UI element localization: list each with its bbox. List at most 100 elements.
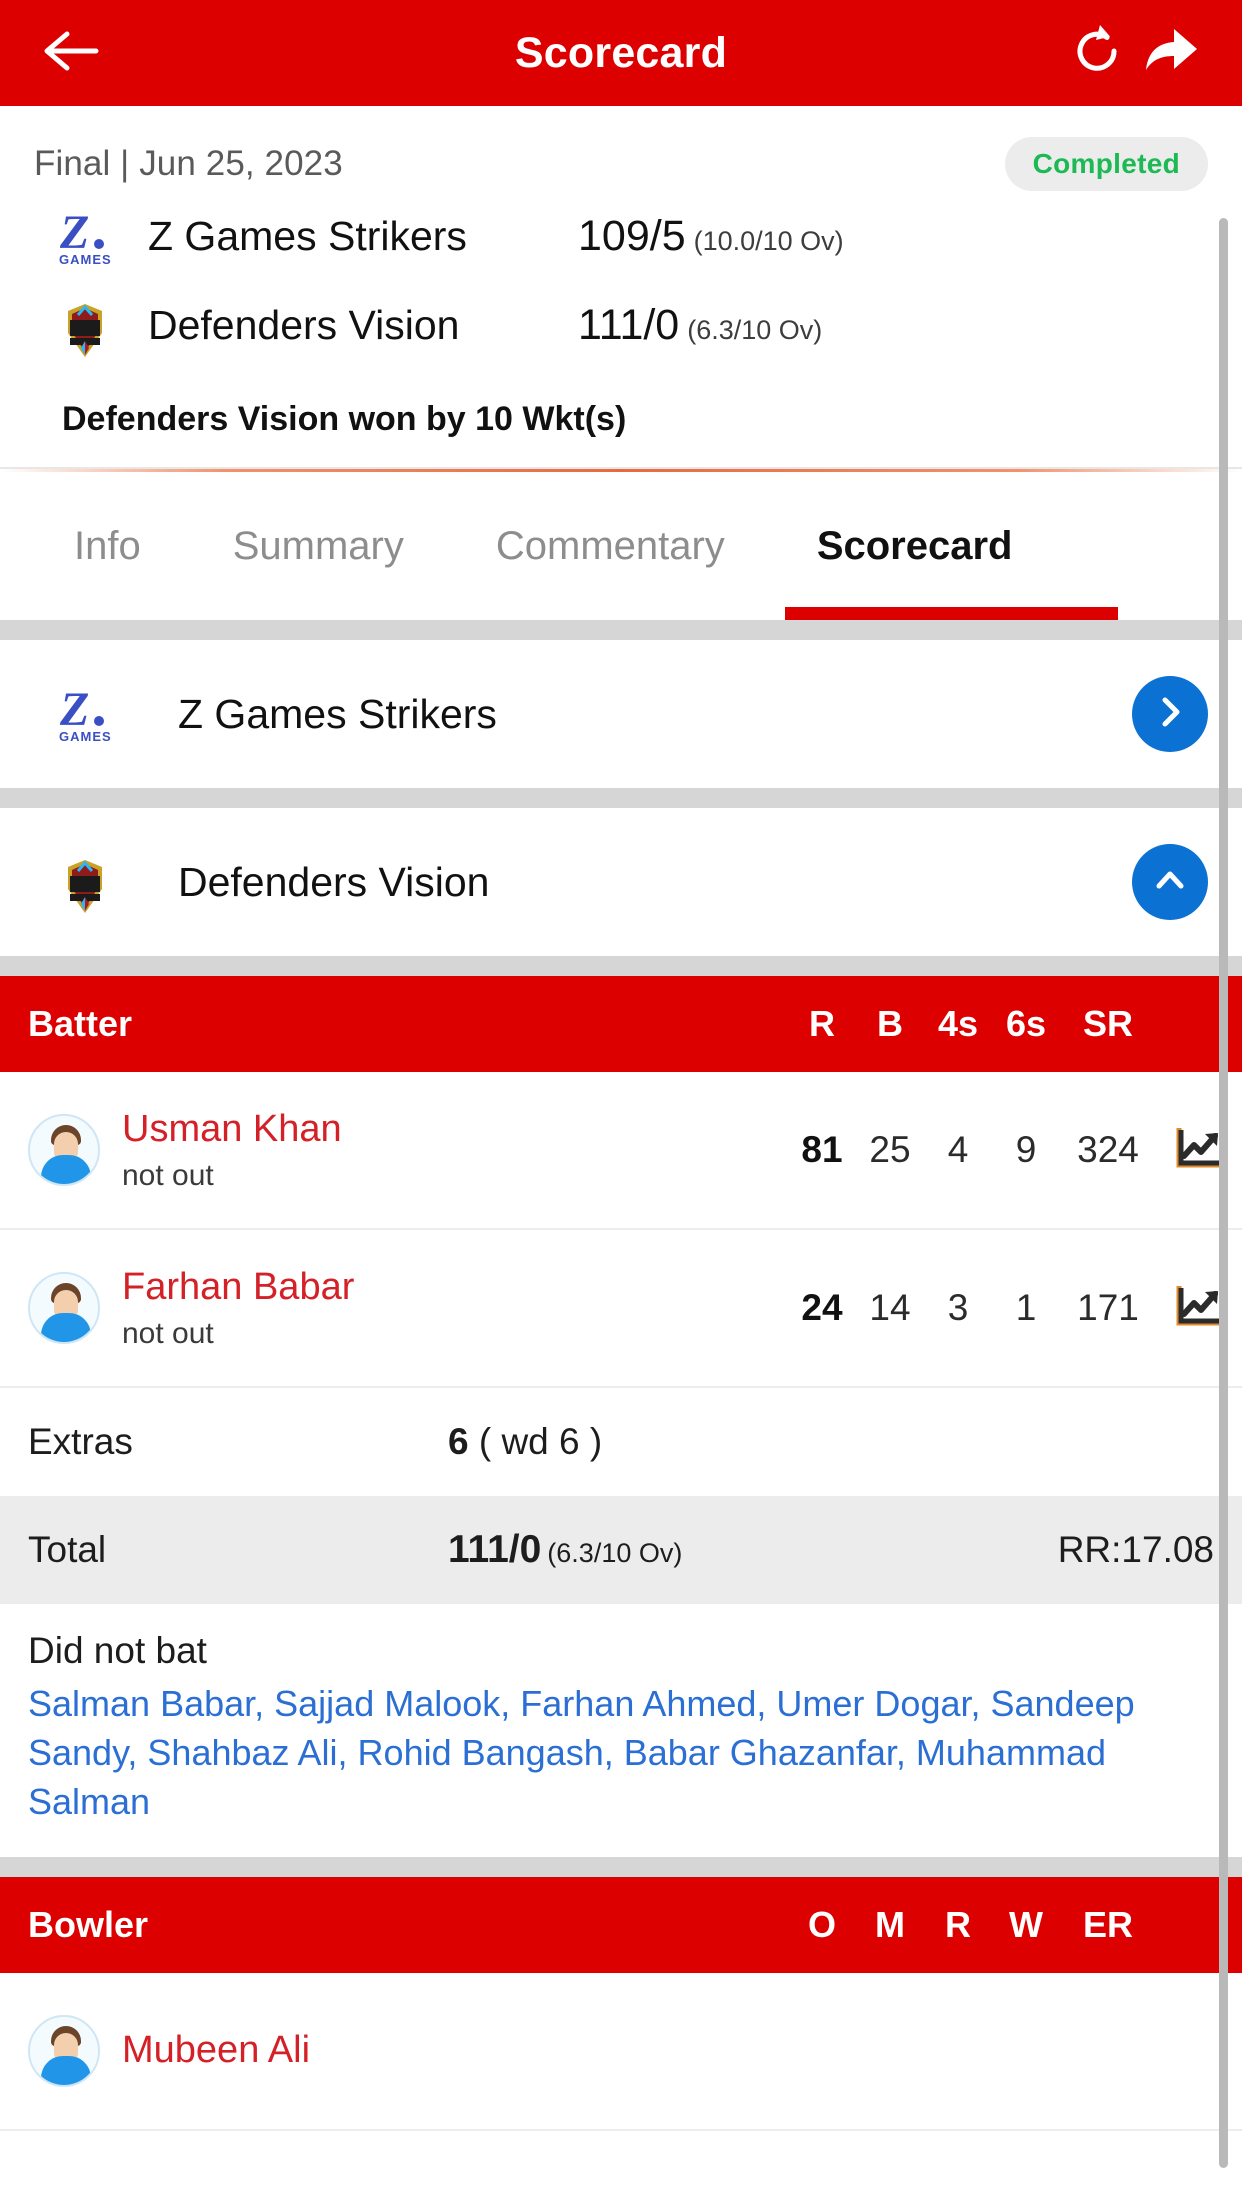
summary-team-overs: (6.3/10 Ov) xyxy=(687,315,823,345)
match-summary-card: Final | Jun 25, 2023 Completed Z GAMES Z… xyxy=(0,106,1242,467)
match-stage-date: Final | Jun 25, 2023 xyxy=(34,144,343,183)
batter-fours: 3 xyxy=(947,1287,969,1328)
tab-scorecard[interactable]: Scorecard xyxy=(771,472,1119,620)
batter-text: Usman Khan not out xyxy=(122,1107,342,1193)
total-label: Total xyxy=(28,1529,107,1570)
defenders-vision-logo xyxy=(52,849,118,915)
did-not-bat-label: Did not bat xyxy=(28,1630,207,1671)
batter-cell[interactable]: Usman Khan not out xyxy=(28,1107,788,1193)
summary-team-name: Z Games Strikers xyxy=(148,213,467,259)
innings-collapse-button[interactable] xyxy=(1132,844,1208,920)
avatar xyxy=(28,2014,100,2087)
section-divider xyxy=(0,620,1242,640)
innings-expand-button[interactable] xyxy=(1132,676,1208,752)
section-divider xyxy=(0,956,1242,976)
extras-detail: ( wd 6 ) xyxy=(478,1421,603,1462)
avatar xyxy=(28,1271,100,1344)
page-title: Scorecard xyxy=(514,28,728,77)
did-not-bat-names[interactable]: Salman Babar, Sajjad Malook, Farhan Ahme… xyxy=(28,1680,1214,1827)
batter-fours: 4 xyxy=(947,1129,969,1170)
avatar-shirt xyxy=(41,1154,91,1184)
extras-label: Extras xyxy=(28,1421,133,1462)
batter-text: Farhan Babar not out xyxy=(122,1265,354,1351)
match-result-text: Defenders Vision won by 10 Wkt(s) xyxy=(62,400,627,438)
bowler-cell[interactable]: Mubeen Ali xyxy=(28,2014,1242,2087)
col-header-wickets: W xyxy=(1009,1903,1043,1945)
section-divider xyxy=(0,1856,1242,1877)
tab-bar: Info Summary Commentary Scorecard xyxy=(0,472,1242,620)
summary-team-score: 111/0 xyxy=(578,301,680,349)
run-rate: RR:17.08 xyxy=(1057,1529,1214,1570)
batter-name[interactable]: Farhan Babar xyxy=(122,1265,354,1310)
batter-strike-rate: 171 xyxy=(1077,1287,1139,1328)
share-button[interactable] xyxy=(1134,16,1208,90)
batting-table-header: Batter R B 4s 6s SR xyxy=(0,976,1242,1072)
tab-commentary[interactable]: Commentary xyxy=(450,472,771,620)
extras-row: Extras 6 ( wd 6 ) xyxy=(0,1388,1242,1496)
section-divider xyxy=(0,788,1242,808)
summary-team-name: Defenders Vision xyxy=(148,302,460,348)
match-meta-row: Final | Jun 25, 2023 Completed xyxy=(34,136,1208,192)
total-value-wrap: 111/0 (6.3/10 Ov) xyxy=(448,1528,682,1572)
tab-summary[interactable]: Summary xyxy=(187,472,450,620)
col-header-maidens: M xyxy=(875,1903,905,1945)
col-header-runs: R xyxy=(809,1003,835,1044)
table-row[interactable]: Mubeen Ali xyxy=(0,1972,1242,2131)
svg-text:GAMES: GAMES xyxy=(59,729,112,744)
total-row: Total 111/0 (6.3/10 Ov) RR:17.08 xyxy=(0,1496,1242,1604)
summary-team-score: 109/5 xyxy=(578,212,686,260)
scroll-body[interactable]: Final | Jun 25, 2023 Completed Z GAMES Z… xyxy=(0,106,1242,2208)
summary-team-score-wrap: 109/5 (10.0/10 Ov) xyxy=(578,212,844,261)
refresh-button[interactable] xyxy=(1060,16,1134,90)
table-row[interactable]: Usman Khan not out 81 25 4 9 324 xyxy=(0,1072,1242,1230)
batter-dismissal: not out xyxy=(122,1158,214,1192)
innings-header-defenders-vision[interactable]: Defenders Vision xyxy=(0,808,1242,956)
did-not-bat-section: Did not bat Salman Babar, Sajjad Malook,… xyxy=(0,1604,1242,1857)
bowler-name[interactable]: Mubeen Ali xyxy=(122,2028,310,2073)
line-chart-icon xyxy=(1174,1283,1224,1334)
vertical-scrollbar[interactable] xyxy=(1219,218,1228,2168)
batter-balls: 25 xyxy=(869,1129,911,1170)
batter-name[interactable]: Usman Khan xyxy=(122,1107,342,1152)
col-header-fours: 4s xyxy=(937,1003,979,1044)
bowler-text: Mubeen Ali xyxy=(122,2028,310,2073)
total-overs: (6.3/10 Ov) xyxy=(547,1538,683,1568)
extras-value-wrap: 6 ( wd 6 ) xyxy=(448,1421,602,1463)
summary-team-score-wrap: 111/0 (6.3/10 Ov) xyxy=(578,301,822,350)
app-header: Scorecard xyxy=(0,0,1242,106)
col-header-overs: O xyxy=(807,1903,836,1945)
batter-chart-button[interactable] xyxy=(1156,1283,1242,1334)
chevron-up-icon xyxy=(1152,862,1188,903)
batter-chart-button[interactable] xyxy=(1156,1125,1242,1176)
z-games-strikers-logo: Z GAMES xyxy=(52,681,118,747)
summary-team-overs: (10.0/10 Ov) xyxy=(693,226,844,256)
table-row[interactable]: Farhan Babar not out 24 14 3 1 171 xyxy=(0,1230,1242,1388)
share-icon xyxy=(1140,23,1202,84)
col-header-batter: Batter xyxy=(28,1003,133,1044)
col-header-runs-conceded: R xyxy=(945,1903,971,1945)
col-header-sixes: 6s xyxy=(1005,1003,1047,1044)
col-header-strike-rate: SR xyxy=(1082,1003,1133,1044)
defenders-vision-logo xyxy=(52,293,118,359)
col-header-bowler: Bowler xyxy=(28,1903,149,1945)
avatar-shirt xyxy=(41,2055,91,2085)
svg-text:GAMES: GAMES xyxy=(59,252,112,267)
summary-team-row: Defenders Vision 111/0 (6.3/10 Ov) xyxy=(34,281,1208,370)
refresh-icon xyxy=(1066,20,1128,87)
avatar xyxy=(28,1113,100,1186)
back-arrow-icon xyxy=(43,28,99,79)
z-games-strikers-logo: Z GAMES xyxy=(52,204,118,270)
summary-team-row: Z GAMES Z Games Strikers 109/5 (10.0/10 O… xyxy=(34,192,1208,281)
col-header-economy: ER xyxy=(1082,1903,1133,1945)
batter-dismissal: not out xyxy=(122,1316,214,1350)
col-header-balls: B xyxy=(877,1003,903,1044)
line-chart-icon xyxy=(1174,1125,1224,1176)
innings-header-z-games-strikers[interactable]: Z GAMES Z Games Strikers xyxy=(0,640,1242,788)
batter-strike-rate: 324 xyxy=(1077,1129,1139,1170)
bowling-table-header: Bowler O M R W ER xyxy=(0,1876,1242,1973)
innings-team-name: Z Games Strikers xyxy=(178,690,497,737)
back-button[interactable] xyxy=(34,16,108,90)
batter-cell[interactable]: Farhan Babar not out xyxy=(28,1265,788,1351)
tab-info[interactable]: Info xyxy=(28,472,187,620)
avatar-shirt xyxy=(41,1312,91,1342)
